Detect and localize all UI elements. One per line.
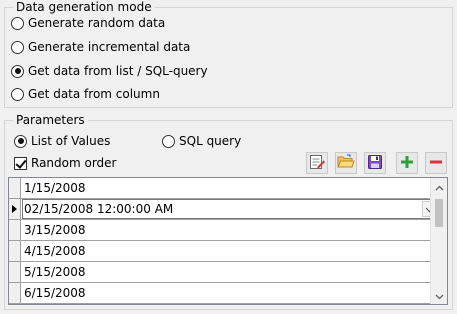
add-plus-icon	[399, 154, 415, 173]
radio-label: Generate random data	[28, 16, 166, 30]
add-item-button[interactable]	[396, 152, 418, 174]
value-cell-editor[interactable]: 02/15/2008 12:00:00 AM	[22, 199, 440, 219]
radio-label: List of Values	[31, 134, 111, 148]
grid-row[interactable]: 3/15/2008	[9, 220, 431, 241]
data-generation-mode-title: Data generation mode	[13, 0, 155, 14]
value-cell[interactable]: 5/15/2008	[22, 262, 431, 282]
value-cell-text[interactable]: 02/15/2008 12:00:00 AM	[24, 202, 173, 216]
grid-row[interactable]: 6/15/2008	[9, 283, 431, 304]
grid-row[interactable]: 5/15/2008	[9, 262, 431, 283]
radio-button[interactable]	[11, 87, 24, 101]
parameters-title: Parameters	[13, 113, 88, 127]
edit-list-button[interactable]	[306, 152, 328, 174]
value-cell[interactable]: 4/15/2008	[22, 241, 431, 261]
radio-label: Get data from column	[28, 87, 160, 101]
remove-minus-icon	[428, 154, 444, 173]
chevron-up-icon	[435, 180, 444, 194]
value-cell[interactable]: 6/15/2008	[22, 283, 431, 303]
random-order-checkbox[interactable]	[14, 156, 27, 170]
save-button[interactable]	[364, 152, 386, 174]
current-row-arrow-icon	[12, 205, 17, 213]
random-order-label: Random order	[31, 156, 117, 170]
row-indicator[interactable]	[9, 262, 21, 282]
radio-button[interactable]	[14, 134, 27, 148]
radio-button[interactable]	[11, 64, 24, 78]
radio-label: Get data from list / SQL-query	[28, 64, 208, 78]
values-grid[interactable]: 1/15/2008 02/15/2008 12:00:00 AM 3/15/20…	[8, 177, 448, 305]
radio-generate-random-data[interactable]: Generate random data	[11, 15, 165, 31]
radio-sql-query[interactable]: SQL query	[162, 133, 241, 149]
open-folder-icon	[337, 153, 355, 173]
edit-list-icon	[309, 154, 325, 173]
row-indicator[interactable]	[9, 283, 21, 303]
radio-button[interactable]	[11, 16, 24, 30]
radio-label: SQL query	[179, 134, 242, 148]
remove-item-button[interactable]	[425, 152, 447, 174]
radio-generate-incremental-data[interactable]: Generate incremental data	[11, 39, 190, 55]
row-indicator[interactable]	[9, 178, 21, 198]
radio-label: Generate incremental data	[28, 40, 191, 54]
row-indicator[interactable]	[9, 241, 21, 261]
row-indicator[interactable]	[9, 199, 21, 219]
radio-list-of-values[interactable]: List of Values	[14, 133, 110, 149]
value-cell[interactable]: 1/15/2008	[22, 178, 431, 198]
random-order-checkbox-row[interactable]: Random order	[14, 155, 117, 171]
scrollbar-thumb[interactable]	[435, 199, 443, 227]
radio-button[interactable]	[11, 40, 24, 54]
grid-row[interactable]: 4/15/2008	[9, 241, 431, 262]
radio-get-data-from-column[interactable]: Get data from column	[11, 86, 160, 102]
grid-row[interactable]: 1/15/2008	[9, 178, 431, 199]
chevron-down-icon	[435, 289, 444, 303]
row-indicator[interactable]	[9, 220, 21, 240]
save-disk-icon	[367, 154, 383, 173]
open-file-button[interactable]	[335, 152, 357, 174]
grid-row-current[interactable]: 02/15/2008 12:00:00 AM	[9, 199, 440, 220]
scroll-up-button[interactable]	[431, 178, 447, 195]
radio-button[interactable]	[162, 134, 175, 148]
scroll-down-button[interactable]	[431, 287, 447, 304]
radio-get-data-from-list-sql[interactable]: Get data from list / SQL-query	[11, 63, 208, 79]
vertical-scrollbar[interactable]	[430, 178, 447, 304]
value-cell[interactable]: 3/15/2008	[22, 220, 431, 240]
